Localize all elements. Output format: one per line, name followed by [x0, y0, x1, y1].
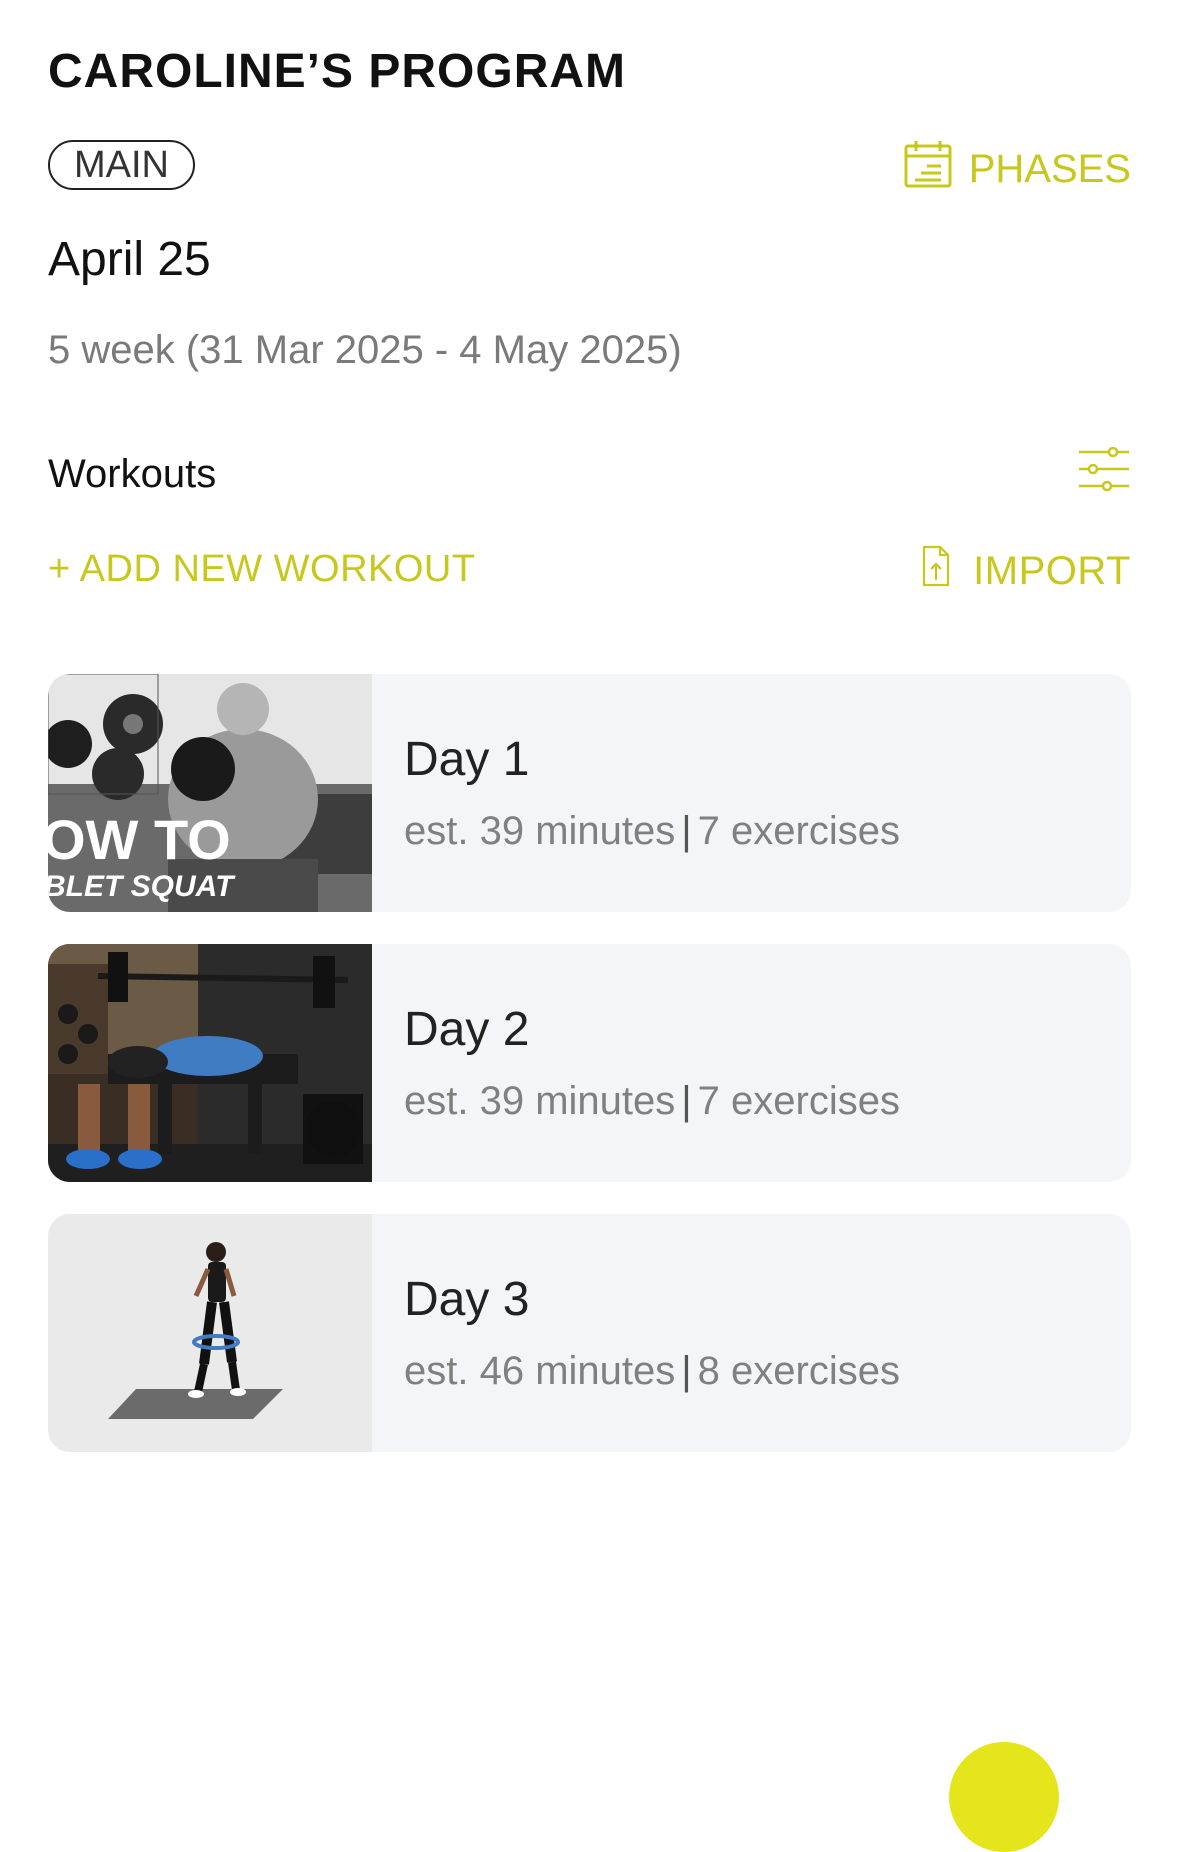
file-upload-icon: [921, 544, 973, 598]
workout-meta: est. 39 minutes | 7 exercises: [404, 1079, 900, 1124]
meta-separator: |: [681, 1349, 692, 1393]
workout-thumbnail: OW TO BLET SQUAT: [48, 674, 372, 912]
workout-card-day-2[interactable]: Day 2 est. 39 minutes | 7 exercises: [48, 944, 1131, 1182]
workout-thumbnail: [48, 944, 372, 1182]
thumb-overlay-line2: BLET SQUAT: [48, 870, 236, 903]
phases-label: PHASES: [968, 146, 1131, 191]
page-title: CAROLINE’S PROGRAM: [48, 45, 627, 98]
phases-button[interactable]: PHASES: [903, 138, 1131, 200]
workout-meta: est. 46 minutes | 8 exercises: [404, 1349, 900, 1394]
import-label: IMPORT: [973, 548, 1131, 593]
workout-thumbnail: [48, 1214, 372, 1452]
workout-title: Day 3: [404, 1273, 530, 1326]
workout-exercise-count: 8 exercises: [697, 1349, 900, 1393]
workout-card-day-3[interactable]: Day 3 est. 46 minutes | 8 exercises: [48, 1214, 1131, 1452]
add-fab[interactable]: [949, 1742, 1059, 1852]
workout-exercise-count: 7 exercises: [697, 1079, 900, 1123]
workout-meta: est. 39 minutes | 7 exercises: [404, 809, 900, 854]
calendar-icon: [903, 138, 969, 200]
program-type-label: MAIN: [74, 144, 169, 186]
workout-title: Day 1: [404, 733, 530, 786]
workout-duration: est. 46 minutes: [404, 1349, 676, 1393]
workout-duration: est. 39 minutes: [404, 1079, 676, 1123]
workout-exercise-count: 7 exercises: [697, 809, 900, 853]
meta-separator: |: [681, 1079, 692, 1123]
program-type-badge: MAIN: [48, 140, 195, 190]
phase-name: April 25: [48, 233, 211, 286]
workout-card-day-1[interactable]: OW TO BLET SQUAT Day 1 est. 39 minutes | 7…: [48, 674, 1131, 912]
workout-title: Day 2: [404, 1003, 530, 1056]
add-new-workout-button[interactable]: + ADD NEW WORKOUT: [48, 548, 476, 591]
phase-date-range: 5 week (31 Mar 2025 - 4 May 2025): [48, 328, 682, 372]
workouts-section-label: Workouts: [48, 452, 217, 496]
import-button[interactable]: IMPORT: [921, 544, 1131, 598]
workout-duration: est. 39 minutes: [404, 809, 676, 853]
thumb-overlay-line1: OW TO: [48, 808, 231, 871]
workout-list: OW TO BLET SQUAT Day 1 est. 39 minutes | 7…: [48, 674, 1131, 1484]
meta-separator: |: [681, 809, 692, 853]
sliders-icon[interactable]: [1077, 446, 1131, 492]
